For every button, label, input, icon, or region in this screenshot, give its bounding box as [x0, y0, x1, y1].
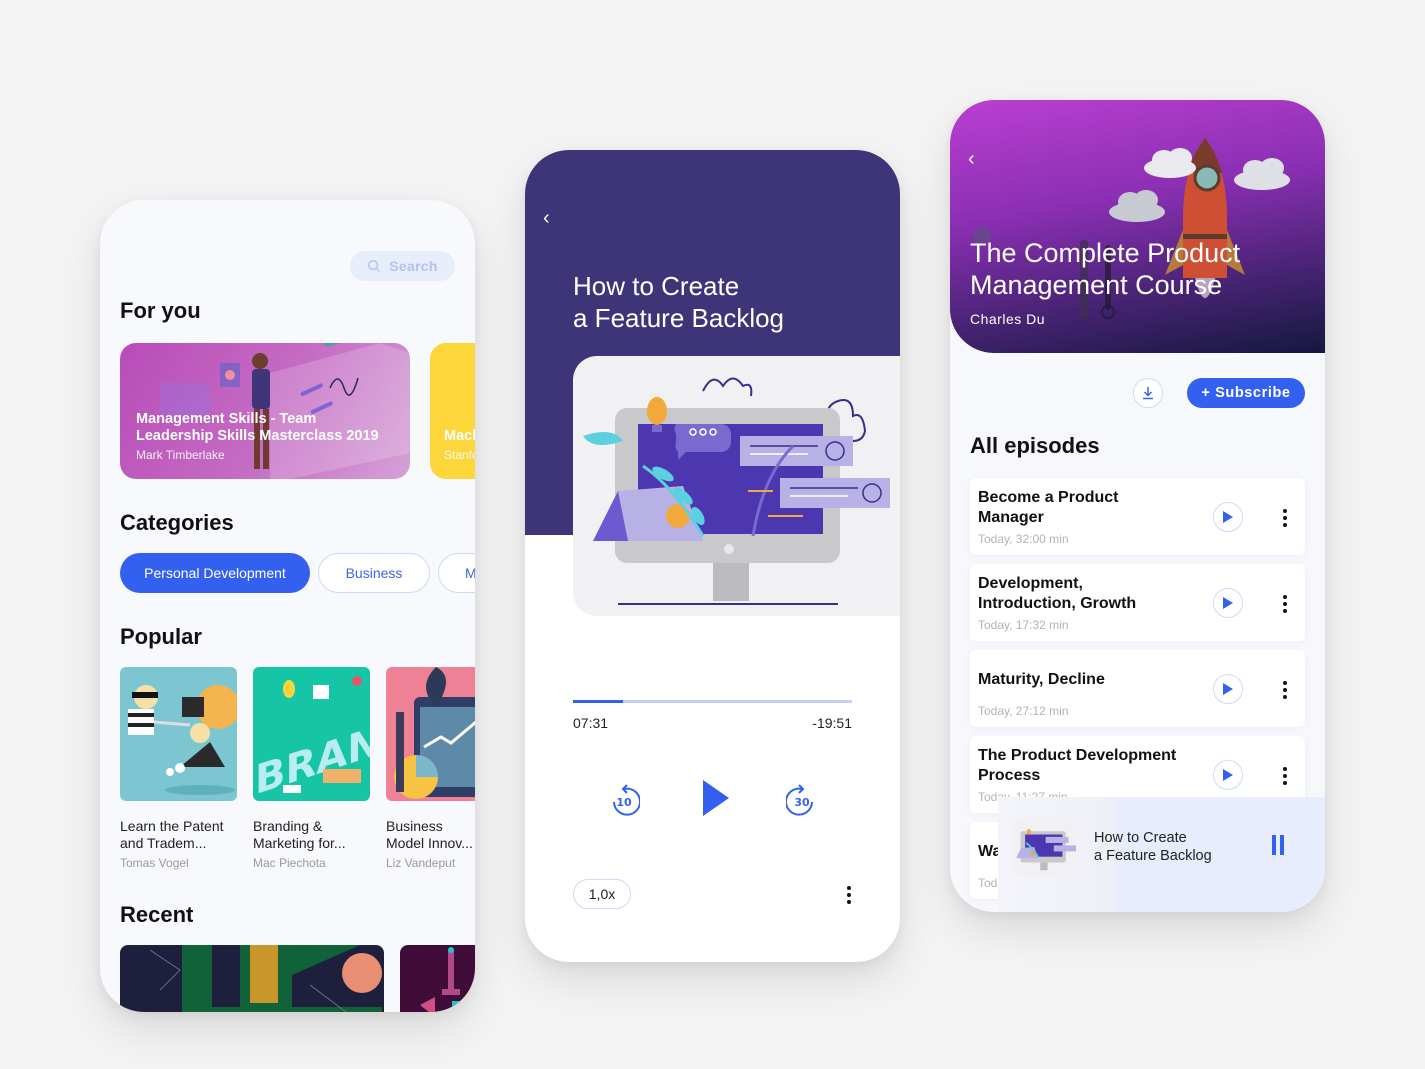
popular-title-patent[interactable]: Learn the Patent and Tradem...: [120, 818, 237, 852]
all-episodes-heading: All episodes: [970, 433, 1100, 458]
episode-item[interactable]: Development, Introduction, Growth Today,…: [970, 564, 1305, 641]
featured-course-author: Mark Timberlake: [136, 448, 225, 462]
course-header: ‹ The Complete Product Management Course…: [950, 100, 1325, 353]
popular-author-patent: Tomas Vogel: [120, 856, 189, 870]
episode-title: Become a Product Manager: [978, 489, 1119, 526]
featured-course-title: Management Skills - Team Leadership Skil…: [136, 411, 379, 444]
episode-item[interactable]: Become a Product Manager Today, 32:00 mi…: [970, 478, 1305, 555]
recent-illustration-2: [420, 947, 468, 1012]
popular-author-branding: Mac Piechota: [253, 856, 326, 870]
play-icon: [1223, 683, 1233, 695]
recent-heading: Recent: [120, 902, 194, 927]
episode-play-button[interactable]: [1213, 674, 1243, 704]
elapsed-time: 07:31: [573, 715, 609, 731]
playback-progress-bar[interactable]: [573, 700, 852, 703]
popular-thumb-branding[interactable]: BRAND: [253, 667, 370, 801]
search-icon: [368, 260, 381, 273]
business-illustration: [394, 667, 475, 799]
rewind-icon: 10: [613, 784, 641, 816]
computer-illustration: [583, 377, 890, 605]
popular-thumb-business[interactable]: [386, 667, 475, 801]
category-chip-more[interactable]: M: [438, 553, 475, 593]
recent-illustration-1: [149, 945, 382, 1012]
play-icon: [703, 780, 729, 816]
browse-screen: Search For you Management Skills - Team …: [100, 200, 475, 1012]
mini-player-title: How to Create a Feature Backlog: [1094, 830, 1212, 864]
remaining-time: -19:51: [812, 715, 852, 731]
mini-player[interactable]: How to Create a Feature Backlog: [998, 797, 1325, 912]
popular-title-business[interactable]: Business Model Innov...: [386, 818, 475, 852]
featured-course-card[interactable]: Management Skills - Team Leadership Skil…: [120, 343, 410, 479]
course-card-yellow[interactable]: Mach Stanfo: [430, 343, 475, 479]
computer-illustration: [1016, 829, 1076, 871]
course-screen: ‹ The Complete Product Management Course…: [950, 100, 1325, 912]
branding-illustration: BRAND: [255, 676, 370, 801]
pause-icon[interactable]: [1272, 835, 1286, 855]
episode-meta: Tod: [978, 876, 998, 890]
course-author: Charles Du: [970, 311, 1046, 327]
episode-meta: Today, 32:00 min: [978, 532, 1069, 546]
episode-title: The Product Development Process: [978, 747, 1177, 784]
patent-illustration: [128, 685, 237, 795]
chevron-left-icon[interactable]: ‹: [968, 148, 975, 171]
play-button[interactable]: [703, 780, 729, 816]
episode-play-button[interactable]: [1213, 760, 1243, 790]
play-icon: [1223, 769, 1233, 781]
playback-speed-button[interactable]: 1,0x: [573, 879, 631, 909]
more-vertical-icon[interactable]: [1283, 595, 1287, 613]
recent-thumb-2[interactable]: [400, 945, 475, 1012]
popular-thumb-patent[interactable]: [120, 667, 237, 801]
episode-meta: Today, 27:12 min: [978, 704, 1069, 718]
episode-title: How to Create a Feature Backlog: [573, 271, 785, 333]
more-vertical-icon[interactable]: [1283, 509, 1287, 527]
rewind-button[interactable]: 10: [608, 780, 641, 816]
mini-player-artwork: [1012, 817, 1078, 877]
categories-heading: Categories: [120, 510, 234, 535]
episode-play-button[interactable]: [1213, 588, 1243, 618]
popular-heading: Popular: [120, 624, 202, 649]
category-chip-business[interactable]: Business: [318, 553, 430, 593]
player-screen: ‹ How to Create a Feature Backlog 07:31 …: [525, 150, 900, 962]
course-title: The Complete Product Management Course: [970, 238, 1241, 300]
svg-text:30: 30: [794, 796, 810, 809]
playback-progress-fill: [573, 700, 624, 703]
play-icon: [1223, 511, 1233, 523]
chevron-left-icon[interactable]: ‹: [543, 207, 550, 230]
more-vertical-icon[interactable]: [1283, 681, 1287, 699]
forward-icon: 30: [785, 784, 813, 816]
episode-play-button[interactable]: [1213, 502, 1243, 532]
for-you-heading: For you: [120, 298, 201, 323]
svg-text:BRAND: BRAND: [255, 706, 370, 801]
search-button[interactable]: Search: [350, 251, 455, 281]
episode-title: Development, Introduction, Growth: [978, 575, 1137, 612]
download-button[interactable]: [1133, 378, 1163, 408]
episode-meta: Today, 17:32 min: [978, 618, 1069, 632]
more-vertical-icon[interactable]: [847, 886, 851, 904]
download-icon: [1143, 387, 1153, 400]
category-chip-personal-development[interactable]: Personal Development: [120, 553, 310, 593]
svg-text:10: 10: [616, 796, 632, 809]
more-vertical-icon[interactable]: [1283, 767, 1287, 785]
play-icon: [1223, 597, 1233, 609]
popular-author-business: Liz Vandeput: [386, 856, 456, 870]
episode-artwork: [573, 356, 900, 616]
popular-title-branding[interactable]: Branding & Marketing for...: [253, 818, 370, 852]
episode-title: Maturity, Decline: [978, 671, 1105, 688]
recent-thumb-1[interactable]: [120, 945, 384, 1012]
course-card-title: Mach: [444, 428, 475, 444]
course-card-author: Stanfo: [444, 448, 475, 462]
subscribe-button[interactable]: + Subscribe: [1187, 378, 1305, 408]
episode-item[interactable]: Maturity, Decline Today, 27:12 min: [970, 650, 1305, 727]
forward-button[interactable]: 30: [785, 780, 818, 816]
search-label: Search: [389, 258, 438, 274]
